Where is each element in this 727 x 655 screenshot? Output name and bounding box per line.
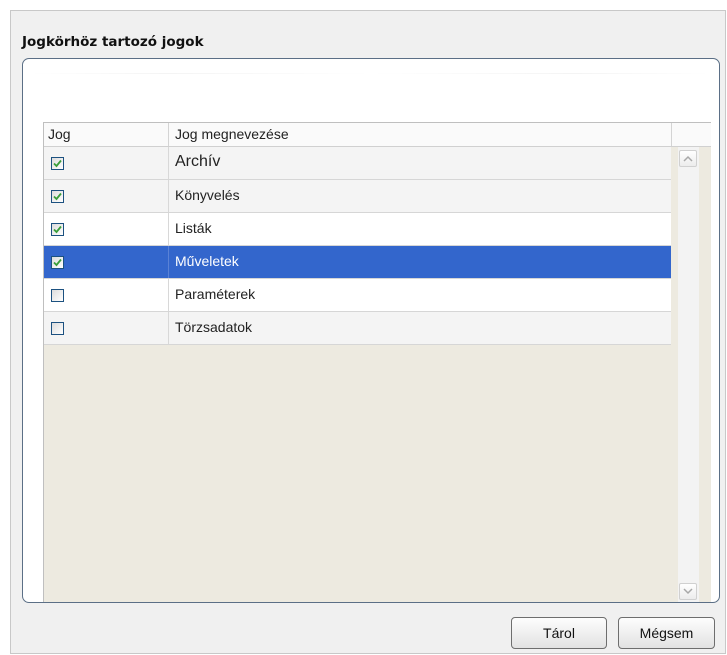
table-row[interactable]: Listák <box>44 213 671 246</box>
cell-separator <box>168 312 169 344</box>
rights-dialog: Jogkörhöz tartozó jogok Jog Jog megnevez… <box>10 10 726 654</box>
right-name-cell: Archív <box>175 153 221 170</box>
cell-separator <box>168 213 169 245</box>
rights-grid: Jog Jog megnevezése Archív Könyvelés Listá… <box>43 122 711 602</box>
right-name-cell: Törzsadatok <box>175 319 253 335</box>
check-icon <box>53 225 62 234</box>
table-row[interactable]: Könyvelés <box>44 180 671 213</box>
cell-separator <box>168 180 169 212</box>
rights-panel: Jog Jog megnevezése Archív Könyvelés Listá… <box>22 58 720 603</box>
checkbox-checked[interactable] <box>51 223 64 236</box>
scroll-up-button[interactable] <box>679 150 697 167</box>
checkbox-checked[interactable] <box>51 157 64 170</box>
cell-separator <box>168 246 169 278</box>
scroll-down-button[interactable] <box>679 583 697 600</box>
check-icon <box>53 258 62 267</box>
table-row[interactable]: Archív <box>44 147 671 180</box>
column-header-name[interactable]: Jog megnevezése <box>175 123 289 146</box>
table-row[interactable]: Paraméterek <box>44 279 671 312</box>
chevron-down-icon <box>683 588 693 595</box>
vertical-scrollbar[interactable] <box>678 147 699 602</box>
table-row[interactable]: Műveletek <box>44 246 671 279</box>
table-row[interactable]: Törzsadatok <box>44 312 671 345</box>
checkbox-checked[interactable] <box>51 256 64 269</box>
column-separator[interactable] <box>168 123 169 146</box>
right-name-cell: Műveletek <box>175 253 239 269</box>
chevron-up-icon <box>683 155 693 162</box>
dialog-title: Jogkörhöz tartozó jogok <box>22 34 204 50</box>
checkbox-unchecked[interactable] <box>51 289 64 302</box>
panel-top-strip <box>31 73 711 74</box>
check-icon <box>53 192 62 201</box>
cancel-button[interactable]: Mégsem <box>618 617 715 649</box>
cell-separator <box>168 279 169 311</box>
cell-separator <box>168 147 169 179</box>
right-name-cell: Listák <box>175 220 212 236</box>
save-button[interactable]: Tárol <box>511 617 607 649</box>
column-separator[interactable] <box>671 123 672 146</box>
right-name-cell: Paraméterek <box>175 286 256 302</box>
grid-header: Jog Jog megnevezése <box>44 123 711 147</box>
column-header-jog[interactable]: Jog <box>48 123 71 146</box>
check-icon <box>53 159 62 168</box>
right-name-cell: Könyvelés <box>175 187 240 203</box>
checkbox-unchecked[interactable] <box>51 322 64 335</box>
checkbox-checked[interactable] <box>51 190 64 203</box>
